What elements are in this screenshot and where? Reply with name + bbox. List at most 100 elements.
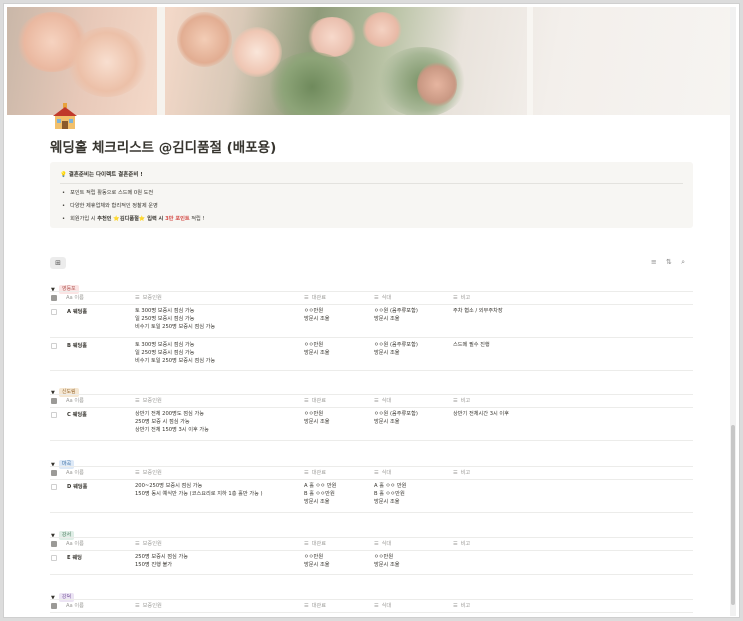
house-icon[interactable] — [50, 102, 80, 132]
bullet-item: 포인트 적립 활동으로 스드메 0원 도전 — [62, 189, 153, 196]
cell-line: 주차 협소 / 외부주차장 — [453, 308, 503, 314]
callout-heading: 💡 결혼준비는 다이렉트 결혼준비 ! — [60, 170, 143, 178]
column-header-name[interactable]: Aa 이름 — [66, 602, 84, 609]
cell-line: A 홀 ㅇㅇ 만원 — [374, 483, 407, 489]
cell-meal[interactable]: A 홀 ㅇㅇ 만원 B 홀 ㅇㅇ만원 방문시 조율 — [374, 482, 406, 507]
column-header-meal[interactable]: ☰ 식대 — [374, 294, 391, 301]
column-header-note[interactable]: ☰ 비고 — [453, 397, 470, 404]
cell-meal[interactable]: ㅇㅇ원 (음주류포함) 방문시 조율 — [374, 307, 418, 323]
row-name[interactable]: A 웨딩홀 — [67, 308, 87, 315]
cell-guarantee[interactable]: 250명 보증시 점심 가능 150명 진행 불가 — [135, 553, 188, 569]
cell-line: 토 300명 보증시 점심 가능 — [135, 308, 195, 314]
column-header-rental[interactable]: ☰ 대관료 — [304, 397, 326, 404]
column-header-rental[interactable]: ☰ 대관료 — [304, 602, 326, 609]
column-header-label: 대관료 — [311, 398, 326, 404]
column-header-note[interactable]: ☰ 비고 — [453, 602, 470, 609]
row-checkbox[interactable] — [51, 342, 57, 349]
select-all-checkbox[interactable] — [51, 398, 57, 404]
page-title[interactable]: 웨딩홀 체크리스트 @김디품절 (배포용) — [50, 136, 276, 156]
column-header-note[interactable]: ☰ 비고 — [453, 469, 470, 476]
sort-icon[interactable]: ⇅ — [666, 258, 672, 266]
column-header-label: 식대 — [381, 603, 392, 609]
column-header-note[interactable]: ☰ 비고 — [453, 294, 470, 301]
cell-line: ㅇㅇ원 (음주류포함) — [374, 341, 418, 348]
select-all-checkbox[interactable] — [51, 541, 57, 547]
column-header-label: 대관료 — [311, 541, 326, 547]
filter-icon[interactable]: ≡ — [651, 258, 657, 266]
callout-block[interactable]: 💡 결혼준비는 다이렉트 결혼준비 ! 포인트 적립 활동으로 스드메 0원 도… — [50, 162, 693, 228]
cell-rental[interactable]: ㅇㅇ만원 방문시 조율 — [304, 553, 330, 569]
text-property-icon: ☰ — [453, 398, 458, 404]
column-header-name[interactable]: Aa 이름 — [66, 397, 84, 404]
cell-line: ㅇㅇ만원 — [304, 554, 324, 560]
column-header-guarantee[interactable]: ☰ 보증인원 — [135, 397, 162, 404]
cell-note[interactable]: 주차 협소 / 외부주차장 — [453, 307, 503, 315]
cell-meal[interactable]: ㅇㅇ원 (음주류포함) 방문시 조율 — [374, 341, 418, 357]
cell-guarantee[interactable]: 토 300명 보증시 점심 가능 일 250명 보증시 점심 가능 비수기 토일 2… — [135, 341, 215, 366]
column-header-name[interactable]: Aa 이름 — [66, 469, 84, 476]
scrollbar[interactable] — [730, 7, 736, 616]
cell-guarantee[interactable]: 200~250명 보증시 점심 가능 150명 동시 예식만 가능 (코스요리로 … — [135, 482, 263, 498]
cell-meal[interactable]: ㅇㅇ원 (음주류포함) 방문시 조율 — [374, 410, 418, 426]
row-name[interactable]: E 웨딩 — [67, 554, 82, 561]
group-header[interactable]: ▼ 강덕 — [51, 587, 75, 602]
column-header-guarantee[interactable]: ☰ 보증인원 — [135, 602, 162, 609]
cell-line: 250명 보증시 점심 가능 — [135, 554, 189, 560]
row-name[interactable]: C 웨딩홀 — [67, 411, 87, 418]
column-header-meal[interactable]: ☰ 식대 — [374, 602, 391, 609]
search-icon[interactable]: ⌕ — [681, 258, 685, 266]
column-header-meal[interactable]: ☰ 식대 — [374, 469, 391, 476]
cover-image[interactable] — [7, 7, 731, 115]
cell-rental[interactable]: ㅇㅇ만원 방문시 조율 — [304, 341, 330, 357]
cell-line: 방문시 조율 — [374, 562, 400, 569]
text-property-icon: ☰ — [135, 603, 140, 609]
column-header-meal[interactable]: ☰ 식대 — [374, 540, 391, 547]
text-property-icon: ☰ — [135, 398, 140, 404]
column-header-rental[interactable]: ☰ 대관료 — [304, 469, 326, 476]
cell-note[interactable]: 상반기 전체시간 3시 이후 — [453, 410, 509, 418]
select-all-checkbox[interactable] — [51, 295, 57, 301]
row-checkbox[interactable] — [51, 484, 57, 490]
row-divider — [50, 511, 693, 513]
group-header[interactable]: ▼ 신도림 — [51, 382, 79, 397]
group-header[interactable]: ▼ 마곡 — [51, 454, 75, 469]
cell-note[interactable]: 스드메 필수 진행 — [453, 341, 490, 349]
column-header-meal[interactable]: ☰ 식대 — [374, 397, 391, 404]
row-checkbox[interactable] — [51, 309, 57, 315]
column-header-label: 비고 — [460, 398, 471, 404]
column-header-rental[interactable]: ☰ 대관료 — [304, 540, 326, 547]
column-header-rental[interactable]: ☰ 대관료 — [304, 294, 326, 301]
cell-guarantee[interactable]: 상반기 전체 200명도 점심 가능 250명 보증 시 점심 가능 상반기 전체 … — [135, 410, 209, 435]
group-header[interactable]: ▼ 강서 — [51, 525, 75, 540]
row-name[interactable]: D 웨딩홀 — [67, 483, 87, 490]
cell-line: ㅇㅇ원 (음주류포함) — [374, 308, 418, 314]
column-header-guarantee[interactable]: ☰ 보증인원 — [135, 294, 162, 301]
group-header[interactable]: ▼ 영등포 — [51, 279, 79, 294]
row-checkbox[interactable] — [51, 555, 57, 561]
row-divider — [50, 439, 693, 441]
cell-line: 스드메 필수 진행 — [453, 341, 490, 348]
bullet-text: 적립 ! — [189, 216, 205, 222]
scrollbar-thumb[interactable] — [731, 425, 735, 605]
cell-meal[interactable]: ㅇㅇ만원 방문시 조율 — [374, 553, 400, 569]
select-all-checkbox[interactable] — [51, 470, 57, 476]
cell-line: 방문시 조율 — [374, 316, 400, 323]
cell-rental[interactable]: A 홀 ㅇㅇ 만원 B 홀 ㅇㅇ만원 방문시 조율 — [304, 482, 336, 507]
cell-line: 상반기 전체 150명 3시 이후 가능 — [135, 427, 209, 434]
cell-line: A 홀 ㅇㅇ 만원 — [304, 483, 337, 489]
row-name[interactable]: B 웨딩홀 — [67, 342, 87, 349]
column-header-label: Aa 이름 — [66, 295, 84, 301]
cell-guarantee[interactable]: 토 300명 보증시 점심 가능 일 250명 보증시 점심 가능 비수기 토일 2… — [135, 307, 215, 332]
cell-line: 일 250명 보증시 점심 가능 — [135, 349, 195, 356]
column-header-guarantee[interactable]: ☰ 보증인원 — [135, 540, 162, 547]
column-header-note[interactable]: ☰ 비고 — [453, 540, 470, 547]
column-header-guarantee[interactable]: ☰ 보증인원 — [135, 469, 162, 476]
table-view-icon[interactable]: ⊞ — [50, 257, 66, 269]
cell-line: 방문시 조율 — [304, 419, 330, 426]
select-all-checkbox[interactable] — [51, 603, 57, 609]
row-checkbox[interactable] — [51, 412, 57, 418]
column-header-name[interactable]: Aa 이름 — [66, 540, 84, 547]
cell-rental[interactable]: ㅇㅇ만원 방문시 조율 — [304, 307, 330, 323]
column-header-name[interactable]: Aa 이름 — [66, 294, 84, 301]
cell-rental[interactable]: ㅇㅇ만원 방문시 조율 — [304, 410, 330, 426]
